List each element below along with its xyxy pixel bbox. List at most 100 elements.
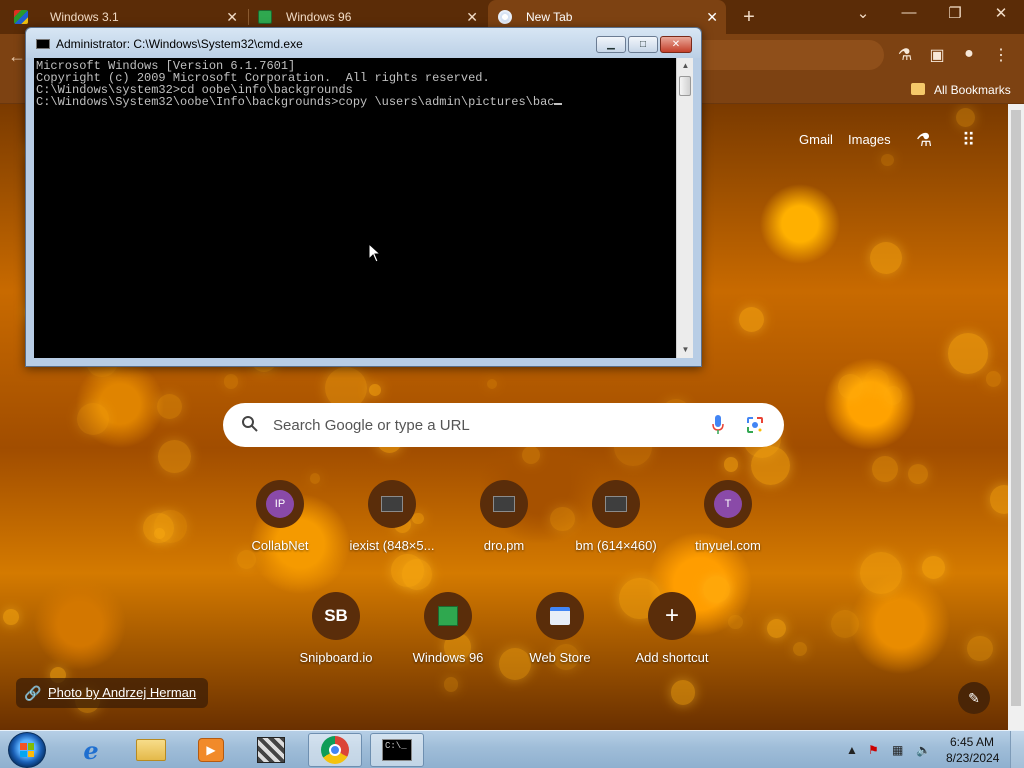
cmd-scrollbar[interactable]: ▲ ▼ — [676, 58, 693, 358]
cmd-console[interactable]: Microsoft Windows [Version 6.1.7601] Cop… — [34, 58, 676, 358]
omnibox[interactable] — [690, 40, 884, 70]
internet-explorer-icon[interactable]: e — [64, 733, 118, 767]
action-center-flag-icon[interactable]: ⚑ — [868, 743, 879, 757]
media-player-icon[interactable]: ▶ — [184, 733, 238, 767]
shortcut-label: bm (614×460) — [575, 538, 657, 553]
images-link[interactable]: Images — [848, 132, 891, 147]
shortcut-iexist[interactable]: iexist (848×5... — [344, 480, 440, 553]
bokeh-light — [922, 556, 946, 580]
scrollbar-thumb[interactable] — [679, 76, 691, 96]
bokeh-light — [391, 554, 424, 587]
tab-separator — [248, 9, 249, 25]
microphone-icon[interactable] — [711, 415, 725, 435]
labs-flask-icon[interactable]: ⚗ — [916, 130, 932, 151]
all-bookmarks-button[interactable]: All Bookmarks — [934, 83, 1011, 97]
tab-title: Windows 3.1 — [50, 10, 119, 24]
new-tab-button[interactable]: + — [738, 6, 760, 28]
windows96-icon — [258, 10, 272, 24]
bokeh-light — [869, 241, 903, 275]
bokeh-light — [728, 614, 743, 629]
close-button[interactable]: ✕ — [660, 36, 692, 53]
bokeh-light — [907, 463, 929, 484]
page-scrollbar[interactable] — [1008, 104, 1024, 730]
shortcut-label: CollabNet — [251, 538, 309, 553]
chevron-up-icon[interactable]: ▲ — [846, 743, 858, 757]
windows-taskbar: e ▶ C:\_ ▲ ⚑ ▦ 🔈 6:45 AM 8/23/2024 — [0, 730, 1024, 768]
shortcut-windows-96[interactable]: Windows 96 — [400, 592, 496, 665]
apps-grid-icon[interactable]: ⠿ — [962, 130, 975, 151]
bokeh-light — [956, 108, 976, 128]
search-icon — [242, 416, 258, 432]
network-icon[interactable]: ▦ — [892, 743, 903, 757]
side-panel-icon[interactable]: ▣ — [926, 45, 948, 65]
text-cursor — [554, 103, 563, 105]
profile-icon[interactable]: ● — [958, 45, 980, 63]
program-icon[interactable] — [244, 733, 298, 767]
shortcut-snipboard[interactable]: SB Snipboard.io — [288, 592, 384, 665]
cmd-icon[interactable]: C:\_ — [370, 733, 424, 767]
shortcut-label: iexist (848×5... — [349, 538, 435, 553]
maximize-button[interactable]: □ — [628, 36, 658, 53]
page-thumbnail-icon — [605, 496, 627, 512]
windows96-icon — [438, 606, 458, 626]
scroll-up-arrow-icon[interactable]: ▲ — [677, 58, 694, 74]
scroll-down-arrow-icon[interactable]: ▼ — [677, 342, 694, 358]
menu-kebab-icon[interactable]: ⋮ — [990, 45, 1012, 65]
shortcut-bm[interactable]: bm (614×460) — [568, 480, 664, 553]
bokeh-light — [143, 512, 174, 544]
minimize-icon[interactable]: — — [896, 4, 922, 21]
volume-muted-icon[interactable]: 🔈 — [916, 743, 931, 757]
photo-credit-text: Photo by Andrzej Herman — [48, 685, 197, 700]
close-tab-icon[interactable]: ✕ — [706, 9, 718, 25]
chrome-icon — [498, 10, 512, 24]
start-button[interactable] — [8, 732, 46, 768]
cmd-window[interactable]: Administrator: C:\Windows\System32\cmd.e… — [25, 27, 702, 367]
bokeh-light — [223, 374, 239, 389]
close-window-icon[interactable]: ✕ — [988, 4, 1014, 22]
shortcut-dro-pm[interactable]: dro.pm — [456, 480, 552, 553]
bokeh-light — [2, 608, 19, 625]
bokeh-light — [985, 371, 1002, 388]
tab-title: Windows 96 — [286, 10, 352, 24]
clock-date[interactable]: 8/23/2024 — [946, 751, 999, 765]
bokeh-light — [872, 456, 898, 482]
chrome-icon[interactable] — [308, 733, 362, 767]
clock-time[interactable]: 6:45 AM — [950, 735, 994, 749]
photo-credit-link[interactable]: 🔗 Photo by Andrzej Herman — [16, 678, 209, 708]
restore-icon[interactable]: ❐ — [942, 4, 968, 22]
close-tab-icon[interactable]: ✕ — [226, 9, 238, 25]
cmd-title-bar[interactable]: Administrator: C:\Windows\System32\cmd.e… — [26, 28, 701, 58]
shortcut-tile — [536, 592, 584, 640]
shortcut-tinyuel[interactable]: T tinyuel.com — [680, 480, 776, 553]
folder-icon — [911, 83, 925, 95]
labs-flask-icon[interactable]: ⚗ — [894, 45, 916, 65]
shortcut-add[interactable]: + Add shortcut — [624, 592, 720, 665]
shortcut-tile — [480, 480, 528, 528]
file-explorer-icon[interactable] — [124, 733, 178, 767]
bokeh-light — [521, 445, 541, 464]
chevron-down-icon[interactable]: ⌄ — [850, 4, 876, 22]
cmd-icon — [36, 39, 50, 49]
show-desktop-button[interactable] — [1010, 731, 1024, 768]
scrollbar-thumb[interactable] — [1011, 110, 1021, 706]
bokeh-light — [881, 153, 894, 167]
bokeh-light — [738, 306, 765, 332]
shortcut-label: Snipboard.io — [299, 650, 373, 665]
avatar-icon: IP — [266, 490, 294, 518]
gmail-link[interactable]: Gmail — [799, 132, 833, 147]
google-lens-icon[interactable] — [745, 415, 765, 435]
minimize-button[interactable]: ▁ — [596, 36, 626, 53]
shortcut-web-store[interactable]: Web Store — [512, 592, 608, 665]
shortcut-label: Web Store — [529, 650, 591, 665]
bokeh-light — [860, 552, 902, 594]
bokeh-light — [670, 680, 696, 706]
shortcut-collabnet[interactable]: IP CollabNet — [232, 480, 328, 553]
search-input[interactable] — [273, 403, 703, 447]
tab-title: New Tab — [526, 10, 573, 24]
back-arrow-icon[interactable]: ← — [8, 46, 26, 67]
search-box[interactable] — [223, 403, 784, 447]
shortcut-tile: SB — [312, 592, 360, 640]
page-thumbnail-icon — [493, 496, 515, 512]
edit-pencil-icon[interactable]: ✎ — [958, 682, 990, 714]
close-tab-icon[interactable]: ✕ — [466, 9, 478, 25]
